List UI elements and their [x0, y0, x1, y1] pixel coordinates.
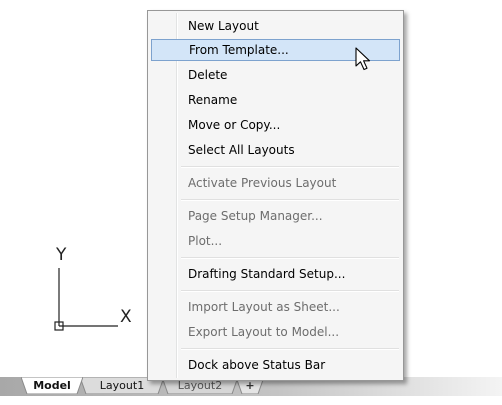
ucs-y-axis-label: Y	[56, 245, 67, 265]
menu-separator	[181, 166, 399, 168]
tab-model-label: Model	[33, 379, 71, 392]
menu-item-import-layout-as-sheet[interactable]: Import Layout as Sheet...	[180, 296, 399, 318]
tab-layout1-label: Layout1	[99, 379, 145, 392]
menu-separator	[181, 199, 399, 201]
menu-item-export-layout-to-model[interactable]: Export Layout to Model...	[180, 321, 399, 343]
menu-separator	[181, 348, 399, 350]
menu-separator	[181, 290, 399, 292]
tab-model[interactable]: Model	[21, 377, 83, 394]
menu-item-new-layout[interactable]: New Layout	[180, 15, 399, 37]
menu-item-dock-above-status-bar[interactable]: Dock above Status Bar	[180, 354, 399, 376]
menu-item-page-setup-manager[interactable]: Page Setup Manager...	[180, 205, 399, 227]
menu-item-plot[interactable]: Plot...	[180, 230, 399, 252]
menu-item-drafting-standard-setup[interactable]: Drafting Standard Setup...	[180, 263, 399, 285]
menu-item-move-or-copy[interactable]: Move or Copy...	[180, 114, 399, 136]
menu-separator	[181, 257, 399, 259]
menu-icon-gutter-highlight	[177, 13, 178, 378]
ucs-x-axis-label: X	[120, 307, 132, 327]
menu-item-rename[interactable]: Rename	[180, 89, 399, 111]
mouse-pointer-icon	[355, 47, 371, 71]
menu-item-select-all-layouts[interactable]: Select All Layouts	[180, 139, 399, 161]
menu-item-activate-previous-layout[interactable]: Activate Previous Layout	[180, 172, 399, 194]
